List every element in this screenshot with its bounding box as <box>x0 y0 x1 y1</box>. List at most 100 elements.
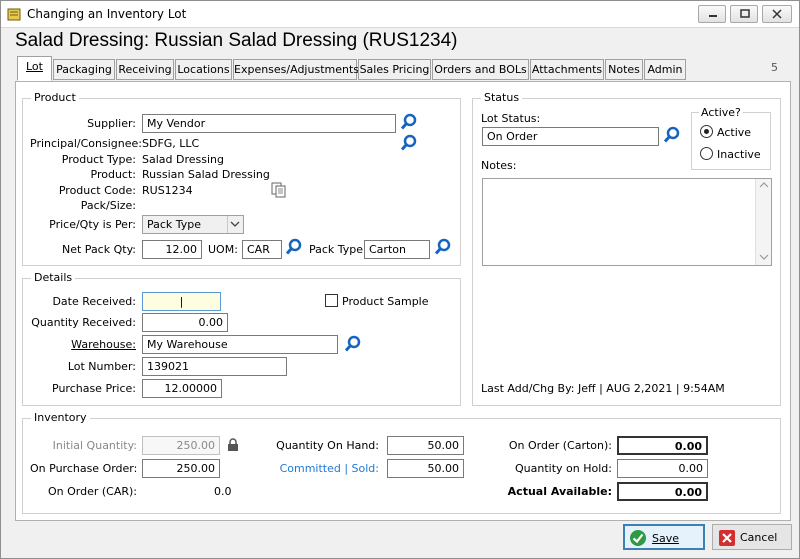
on-order-car-value: 0.0 <box>214 485 232 498</box>
active-group <box>691 112 771 170</box>
tab-label: Lot <box>26 60 43 73</box>
pack-type-lookup-icon[interactable] <box>434 238 452 256</box>
close-window-button[interactable] <box>762 5 792 23</box>
committed-sold-field[interactable]: 50.00 <box>387 459 464 478</box>
qty-on-hold-label: Quantity on Hold: <box>515 462 612 475</box>
chevron-down-icon <box>227 216 243 233</box>
lot-number-field[interactable]: 139021 <box>142 357 287 376</box>
notes-scrollbar[interactable] <box>755 179 771 265</box>
cancel-icon <box>719 530 735 546</box>
product-sample-checkbox[interactable] <box>325 294 338 307</box>
product-code-value: RUS1234 <box>142 184 193 197</box>
actual-available-field: 0.00 <box>617 482 708 501</box>
product-code-label: Product Code: <box>58 184 136 197</box>
uom-lookup-icon[interactable] <box>285 238 303 256</box>
active-radio[interactable] <box>700 125 713 138</box>
inactive-radio[interactable] <box>700 147 713 160</box>
tab-expenses-adjustments[interactable]: Expenses/Adjustments <box>233 59 360 80</box>
tab-label: Receiving <box>118 63 172 76</box>
principal-label: Principal/Consignee: <box>30 137 142 150</box>
supplier-field[interactable]: My Vendor <box>142 114 396 133</box>
lock-icon[interactable] <box>226 438 240 452</box>
committed-sold-link[interactable]: Committed | Sold: <box>266 462 379 475</box>
actual-available-label: Actual Available: <box>507 485 612 498</box>
warehouse-field[interactable]: My Warehouse <box>142 335 338 354</box>
scroll-down-icon[interactable] <box>756 251 772 263</box>
warehouse-label: Warehouse: <box>71 338 136 351</box>
purchase-price-field[interactable]: 12.00000 <box>142 379 222 398</box>
cancel-button[interactable]: Cancel <box>712 524 792 550</box>
product-value: Russian Salad Dressing <box>142 168 270 181</box>
group-title: Product <box>31 91 79 104</box>
tab-label: Sales Pricing <box>359 63 430 76</box>
tab-sales-pricing[interactable]: Sales Pricing <box>358 59 431 80</box>
warehouse-lookup-icon[interactable] <box>344 335 362 353</box>
product-type-label: Product Type: <box>61 153 136 166</box>
inactive-radio-label: Inactive <box>717 148 761 161</box>
title-bar: Changing an Inventory Lot <box>1 1 799 28</box>
app-icon <box>7 8 21 21</box>
price-qty-select[interactable]: Pack Type <box>142 215 244 234</box>
net-pack-qty-label: Net Pack Qty: <box>62 243 136 256</box>
qty-on-hold-field[interactable]: 0.00 <box>617 459 708 478</box>
active-group-title: Active? <box>699 106 743 119</box>
tab-count: 5 <box>771 61 778 74</box>
tab-lot[interactable]: Lot <box>17 56 52 81</box>
qty-on-hand-label: Quantity On Hand: <box>276 439 379 452</box>
supplier-label: Supplier: <box>87 117 136 130</box>
tab-attachments[interactable]: Attachments <box>530 59 604 80</box>
window-title: Changing an Inventory Lot <box>27 7 187 21</box>
tab-notes[interactable]: Notes <box>605 59 643 80</box>
date-received-field[interactable]: | <box>142 292 221 311</box>
tab-label: Notes <box>608 63 640 76</box>
page-title: Salad Dressing: Russian Salad Dressing (… <box>15 30 458 51</box>
uom-label: UOM: <box>208 243 238 256</box>
tab-label: Expenses/Adjustments <box>234 63 360 76</box>
scroll-up-icon[interactable] <box>756 179 772 191</box>
on-order-carton-label: On Order (Carton): <box>508 439 612 452</box>
close-icon <box>772 9 782 19</box>
tab-admin[interactable]: Admin <box>644 59 686 80</box>
maximize-button[interactable] <box>730 5 758 23</box>
tab-receiving[interactable]: Receiving <box>116 59 174 80</box>
price-qty-label: Price/Qty is Per: <box>49 218 136 231</box>
checkmark-icon <box>630 530 646 546</box>
tab-label: Admin <box>647 63 683 76</box>
lot-status-field[interactable]: On Order <box>482 127 659 146</box>
initial-qty-field: 250.00 <box>142 436 220 455</box>
tab-orders-bols[interactable]: Orders and BOLs <box>432 59 529 80</box>
save-button-label: Save <box>652 532 680 545</box>
notes-textarea[interactable] <box>482 178 772 266</box>
save-button[interactable]: Save <box>623 524 705 550</box>
lot-number-label: Lot Number: <box>67 360 136 373</box>
principal-value: SDFG, LLC <box>142 137 200 150</box>
tab-label: Orders and BOLs <box>434 63 527 76</box>
last-change-text: Last Add/Chg By: Jeff | AUG 2,2021 | 9:5… <box>481 382 725 395</box>
minimize-icon <box>709 15 717 17</box>
lot-status-label: Lot Status: <box>481 112 541 125</box>
qty-on-hand-field[interactable]: 50.00 <box>387 436 464 455</box>
principal-lookup-icon[interactable] <box>400 134 418 152</box>
product-label: Product: <box>90 168 136 181</box>
quantity-received-label: Quantity Received: <box>31 316 136 329</box>
purchase-price-label: Purchase Price: <box>52 382 136 395</box>
pack-size-label: Pack/Size: <box>80 199 136 212</box>
supplier-lookup-icon[interactable] <box>400 113 418 131</box>
price-qty-select-value: Pack Type <box>147 218 202 231</box>
copy-icon[interactable] <box>271 182 287 198</box>
lot-tab-panel: Product Supplier: My Vendor Principal/Co… <box>15 81 791 521</box>
net-pack-qty-field[interactable]: 12.00 <box>142 240 202 259</box>
on-po-field[interactable]: 250.00 <box>142 459 220 478</box>
tab-locations[interactable]: Locations <box>175 59 232 80</box>
lot-status-lookup-icon[interactable] <box>663 126 681 144</box>
cancel-button-label: Cancel <box>740 531 778 544</box>
date-received-label: Date Received: <box>52 295 136 308</box>
tab-label: Locations <box>177 63 230 76</box>
active-radio-label: Active <box>717 126 752 139</box>
window: Changing an Inventory Lot Salad Dressing… <box>0 0 800 559</box>
tab-packaging[interactable]: Packaging <box>53 59 115 80</box>
minimize-button[interactable] <box>698 5 726 23</box>
pack-type-field[interactable]: Carton <box>364 240 430 259</box>
uom-field[interactable]: CAR <box>242 240 282 259</box>
quantity-received-field[interactable]: 0.00 <box>142 313 228 332</box>
